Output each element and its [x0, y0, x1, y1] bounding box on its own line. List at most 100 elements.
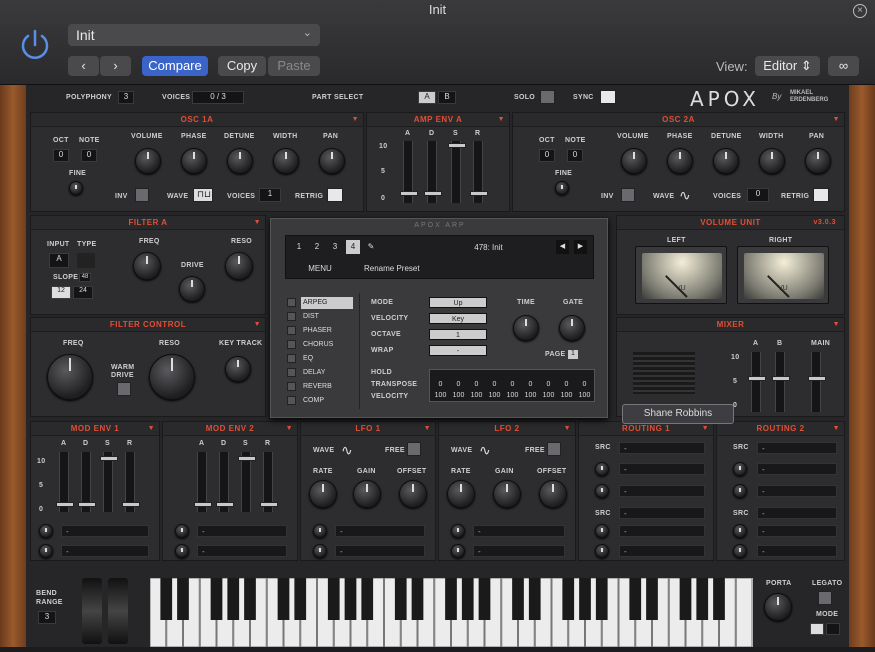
modenv2-release-fader[interactable]	[260, 452, 278, 512]
fader-cap[interactable]	[100, 456, 118, 461]
routing1-knob1[interactable]	[595, 462, 609, 476]
menu-triangle-icon[interactable]: ▼	[254, 216, 261, 230]
lfo1-amount1-knob[interactable]	[313, 524, 327, 538]
bend-range-value[interactable]: 3	[38, 611, 56, 624]
modenv1-release-fader[interactable]	[122, 452, 140, 512]
modenv1-decay-fader[interactable]	[78, 452, 96, 512]
arp-step-grid[interactable]: 0 0 0 0 0 0 0 0 0 100 100 100 100 100 10…	[429, 369, 595, 402]
fx-item-eq[interactable]: EQ	[287, 353, 357, 365]
black-key[interactable]	[327, 578, 340, 620]
sine-wave-icon[interactable]: ∿	[679, 187, 691, 204]
menu-triangle-icon[interactable]: ▼	[148, 422, 155, 436]
routing2-dest1[interactable]: -	[757, 463, 837, 475]
fx-item-delay[interactable]: DELAY	[287, 367, 357, 379]
fader-cap[interactable]	[260, 502, 278, 507]
black-key[interactable]	[361, 578, 374, 620]
osc1-oct-value[interactable]: 0	[53, 149, 69, 162]
black-key[interactable]	[528, 578, 541, 620]
step-velocity[interactable]: 100	[540, 392, 557, 399]
fx-item-arpeg[interactable]: ARPEG	[287, 297, 357, 309]
lfo1-offset-knob[interactable]	[399, 480, 427, 508]
modenv2-amount2-knob[interactable]	[175, 544, 189, 558]
mixer-main-fader[interactable]	[808, 352, 826, 412]
lfo2-offset-knob[interactable]	[539, 480, 567, 508]
menu-triangle-icon[interactable]: ▼	[352, 113, 359, 127]
black-key[interactable]	[629, 578, 642, 620]
osc2-volume-knob[interactable]	[621, 148, 647, 174]
view-select[interactable]: Editor ⇕	[755, 56, 820, 76]
lfo2-dest2[interactable]: -	[473, 545, 565, 557]
fx-item-reverb[interactable]: REVERB	[287, 381, 357, 393]
fader-cap[interactable]	[748, 376, 766, 381]
amp-release-fader[interactable]	[470, 141, 488, 203]
lfo2-free-toggle[interactable]	[547, 442, 561, 456]
fader-cap[interactable]	[448, 143, 466, 148]
osc2-inv-toggle[interactable]	[621, 188, 635, 202]
black-key[interactable]	[562, 578, 575, 620]
legato-toggle[interactable]	[818, 591, 832, 605]
fader-cap[interactable]	[772, 376, 790, 381]
modenv1-sustain-fader[interactable]	[100, 452, 118, 512]
black-key[interactable]	[445, 578, 457, 620]
osc2-retrig-toggle[interactable]	[813, 188, 829, 202]
mixer-b-fader[interactable]	[772, 352, 790, 412]
modenv2-decay-fader[interactable]	[216, 452, 234, 512]
keyboard-keys[interactable]	[149, 577, 753, 648]
black-key[interactable]	[227, 578, 240, 620]
black-key[interactable]	[244, 578, 256, 620]
fx-checkbox[interactable]	[287, 396, 296, 405]
black-key[interactable]	[646, 578, 658, 620]
modenv1-amount1-knob[interactable]	[39, 524, 53, 538]
menu-triangle-icon[interactable]: ▼	[833, 318, 840, 332]
routing1-dest3[interactable]: -	[619, 525, 705, 537]
arp-preset-name[interactable]: 478: Init	[416, 240, 561, 256]
black-key[interactable]	[478, 578, 491, 620]
routing1-knob4[interactable]	[595, 544, 609, 558]
black-key[interactable]	[461, 578, 474, 620]
sync-toggle[interactable]	[600, 90, 616, 104]
mod-wheel[interactable]	[108, 578, 128, 644]
amp-attack-fader[interactable]	[400, 141, 418, 203]
warm-drive-toggle[interactable]	[117, 382, 131, 396]
mode-option-2[interactable]	[826, 623, 840, 635]
modenv1-dest1[interactable]: -	[61, 525, 149, 537]
step-transpose[interactable]: 0	[576, 381, 593, 388]
osc1-phase-knob[interactable]	[181, 148, 207, 174]
menu-triangle-icon[interactable]: ▼	[564, 422, 571, 436]
menu-triangle-icon[interactable]: ▼	[702, 422, 709, 436]
osc2-phase-knob[interactable]	[667, 148, 693, 174]
previous-preset-button[interactable]: ‹	[68, 56, 99, 76]
fader-cap[interactable]	[78, 502, 96, 507]
filter-input-value[interactable]: A	[49, 253, 69, 268]
menu-triangle-icon[interactable]: ▼	[286, 422, 293, 436]
white-key[interactable]	[735, 577, 753, 648]
osc2-width-knob[interactable]	[759, 148, 785, 174]
fx-checkbox[interactable]	[287, 382, 296, 391]
solo-toggle[interactable]	[540, 90, 555, 104]
routing1-dest2[interactable]: -	[619, 485, 705, 497]
compare-button[interactable]: Compare	[142, 56, 208, 76]
routing1-src2[interactable]: -	[619, 507, 705, 519]
fader-cap[interactable]	[194, 502, 212, 507]
black-key[interactable]	[294, 578, 307, 620]
step-velocity[interactable]: 100	[432, 392, 449, 399]
black-key[interactable]	[579, 578, 591, 620]
osc2-pan-knob[interactable]	[805, 148, 831, 174]
step-transpose[interactable]: 0	[522, 381, 539, 388]
black-key[interactable]	[512, 578, 524, 620]
lfo1-dest1[interactable]: -	[335, 525, 425, 537]
lfo2-amount2-knob[interactable]	[451, 544, 465, 558]
arp-slot-1[interactable]: 1	[292, 240, 306, 254]
filter-type-selector[interactable]	[77, 253, 95, 268]
lfo2-rate-knob[interactable]	[447, 480, 475, 508]
arp-wrap-value[interactable]: -	[429, 345, 487, 356]
menu-triangle-icon[interactable]: ▼	[498, 113, 505, 127]
fcontrol-reso-knob[interactable]	[149, 354, 195, 400]
step-transpose[interactable]: 0	[450, 381, 467, 388]
fcontrol-keytrack-knob[interactable]	[225, 356, 251, 382]
rename-preset-button[interactable]: Rename Preset	[364, 262, 420, 276]
arp-prev-button[interactable]: ◀	[556, 240, 569, 254]
fx-checkbox[interactable]	[287, 368, 296, 377]
osc2-oct-value[interactable]: 0	[539, 149, 555, 162]
black-key[interactable]	[177, 578, 189, 620]
